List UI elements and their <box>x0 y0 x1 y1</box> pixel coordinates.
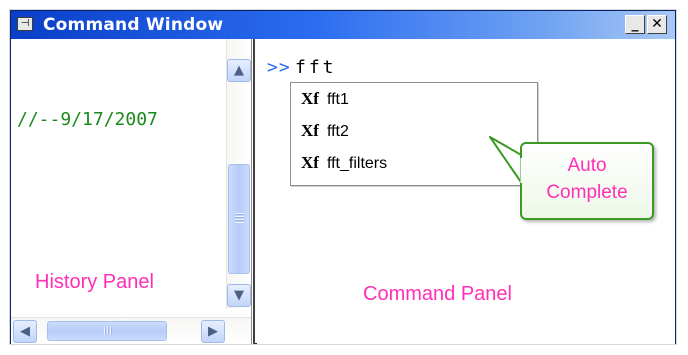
callout-tail-cover <box>520 158 524 183</box>
